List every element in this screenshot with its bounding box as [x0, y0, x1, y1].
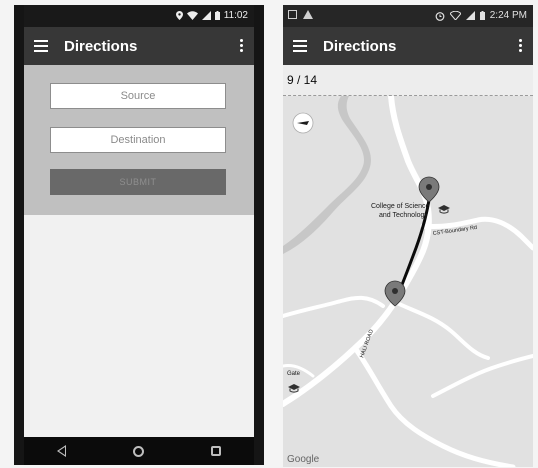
- battery-icon: [214, 11, 220, 20]
- map-label-gate: Gate: [287, 371, 301, 377]
- right-phone-screen: 2:24 PM Directions 9 / 14 College of Sci…: [283, 5, 533, 467]
- signal-icon: [201, 11, 211, 20]
- source-input[interactable]: [50, 83, 226, 109]
- overflow-menu-icon[interactable]: [240, 39, 244, 53]
- battery-icon: [479, 11, 485, 20]
- overflow-menu-icon[interactable]: [519, 39, 523, 53]
- back-icon[interactable]: [57, 445, 67, 457]
- menu-icon[interactable]: [293, 40, 309, 52]
- status-time: 11:02: [223, 10, 248, 21]
- empty-content-area: [24, 215, 254, 437]
- page-counter-bar: 9 / 14: [283, 65, 533, 96]
- status-bar: 11:02: [24, 5, 254, 27]
- map-label-college: College of Science: [371, 203, 429, 210]
- navigation-bar: [24, 437, 254, 465]
- warning-icon: [303, 10, 313, 19]
- map-label-college-2: and Technology: [379, 212, 428, 219]
- location-icon: [175, 11, 183, 20]
- image-icon: [288, 10, 297, 19]
- page-counter: 9 / 14: [287, 73, 318, 87]
- wifi-icon: [449, 11, 461, 20]
- destination-input[interactable]: [50, 127, 226, 153]
- recent-apps-icon[interactable]: [210, 446, 221, 456]
- left-phone-screen: 11:02 Directions Submit: [14, 5, 264, 465]
- app-title: Directions: [64, 37, 138, 55]
- menu-icon[interactable]: [34, 40, 50, 52]
- directions-form: Submit: [24, 65, 254, 215]
- status-bar: 2:24 PM: [283, 5, 533, 27]
- google-logo: Google: [287, 454, 320, 465]
- compass-icon[interactable]: [292, 112, 314, 134]
- wifi-icon: [186, 11, 198, 20]
- map-view[interactable]: College of Science and Technology CST-Bo…: [283, 96, 533, 467]
- alarm-icon: [435, 11, 445, 21]
- status-time: 2:24 PM: [489, 10, 527, 21]
- home-icon[interactable]: [132, 445, 144, 457]
- submit-button[interactable]: Submit: [50, 169, 226, 195]
- app-bar: Directions: [283, 27, 533, 65]
- app-bar: Directions: [24, 27, 254, 65]
- signal-icon: [465, 11, 475, 20]
- app-title: Directions: [323, 37, 397, 55]
